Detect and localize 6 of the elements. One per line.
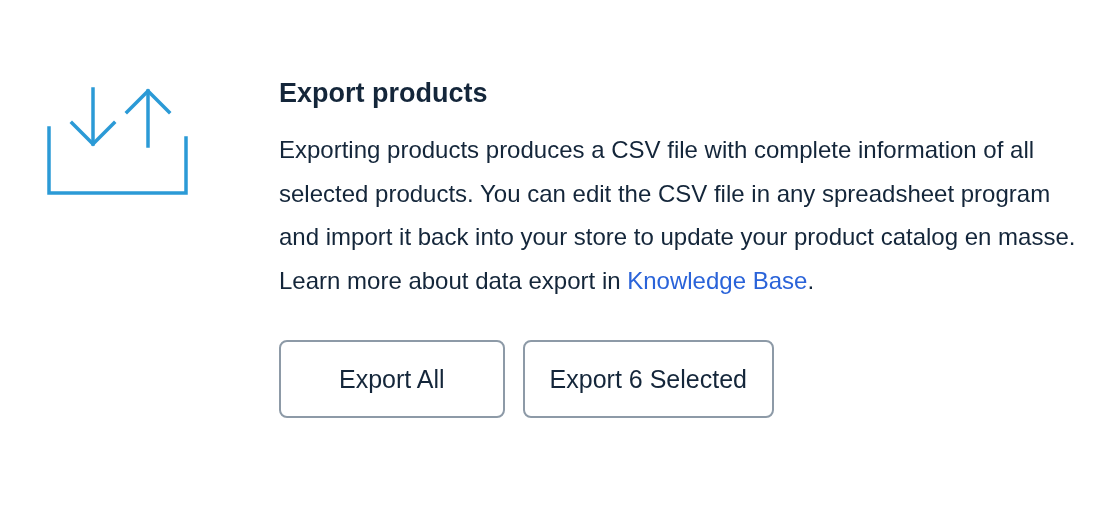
export-button[interactable]: Export All — [279, 340, 505, 418]
export-button[interactable]: Export 6 Selected — [522, 340, 774, 418]
export-icon — [46, 86, 190, 196]
knowledge-base-link[interactable]: Knowledge Base — [627, 266, 808, 294]
section-title: Export products — [279, 77, 489, 110]
description-text: Exporting products produces a CSV file with complete information of all selected products. You can edit the CSV file in any spreadsheet program and import it back into your store to update your product catalog en masse. Learn more about data export in Knowledge Base. — [279, 135, 1077, 296]
